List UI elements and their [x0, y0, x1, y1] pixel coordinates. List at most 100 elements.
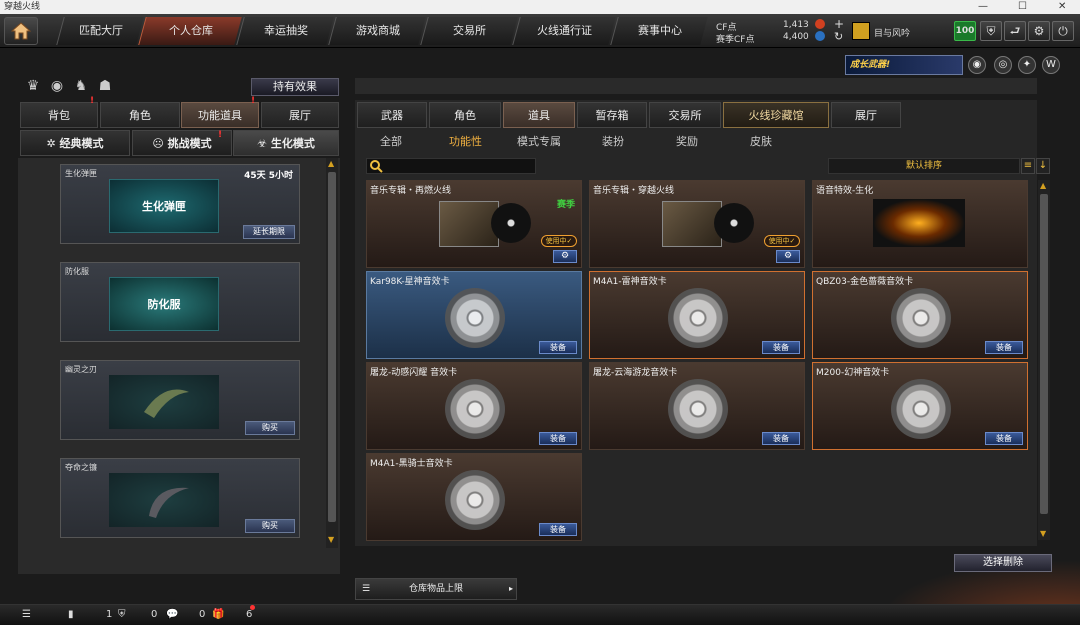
minimize-button[interactable]: — [978, 0, 988, 14]
equip-button[interactable]: 装备 [762, 341, 800, 354]
home-button[interactable] [4, 17, 38, 45]
extend-button[interactable]: 延长期限 [243, 225, 295, 239]
select-delete-button[interactable]: 选择删除 [954, 554, 1052, 572]
tab-lucky-draw[interactable]: 幸运抽奖 [236, 17, 334, 45]
scroll-thumb[interactable] [328, 172, 336, 522]
mode-zombie[interactable]: ☣ 生化模式 [233, 130, 339, 156]
add-cf-icon[interactable]: + [834, 17, 844, 31]
scythe-icon [149, 487, 189, 518]
shield-icon[interactable]: ⛨ [118, 609, 126, 620]
gift-icon[interactable]: 🎁 [212, 609, 224, 620]
subcat-skins[interactable]: 皮肤 [750, 133, 772, 149]
tab-game-mall[interactable]: 游戏商城 [328, 17, 426, 45]
right-scrollbar[interactable]: ▲ ▼ [1038, 180, 1050, 540]
cat-characters[interactable]: 角色 [429, 102, 501, 128]
cf-value: 1,413 [783, 20, 809, 30]
cat-showroom[interactable]: 展厅 [831, 102, 901, 128]
list-item[interactable]: 生化弹匣 45天 5小时 生化弹匣 延长期限 [60, 164, 300, 244]
tab-battle-pass[interactable]: 火线通行证 [512, 17, 616, 45]
notification-dot: ! [251, 96, 256, 106]
subcat-all[interactable]: 全部 [380, 133, 402, 149]
equip-button[interactable]: 装备 [985, 341, 1023, 354]
item-card[interactable]: 音乐专辑・再燃火线 赛季 使用中✓ ⚙ [366, 180, 582, 268]
equip-button[interactable]: 装备 [762, 432, 800, 445]
cat-collection[interactable]: 火线珍藏馆 [723, 102, 829, 128]
avatar[interactable] [852, 22, 870, 40]
search-input[interactable] [366, 158, 536, 174]
item-card[interactable]: M4A1-黑骑士音效卡 装备 [366, 453, 582, 541]
promo-banner[interactable]: 成长武器! [845, 55, 963, 75]
mode-classic[interactable]: ✲ 经典模式 [20, 130, 130, 156]
target-icon[interactable]: ◎ [994, 56, 1012, 74]
tab-match-lobby[interactable]: 匹配大厅 [56, 17, 144, 45]
maximize-button[interactable]: ☐ [1018, 0, 1027, 14]
scroll-down-icon[interactable]: ▼ [328, 536, 336, 544]
buy-button[interactable]: 购买 [245, 421, 295, 435]
subcat-rewards[interactable]: 奖励 [676, 133, 698, 149]
tab-event-center[interactable]: 赛事中心 [610, 17, 708, 45]
item-card[interactable]: QBZ03-金色蔷薇音效卡 装备 [812, 271, 1028, 359]
list-item[interactable]: 幽灵之刃 购买 [60, 360, 300, 440]
list-icon[interactable]: ≡ [1021, 158, 1035, 174]
tab-character[interactable]: 角色 [100, 102, 180, 128]
equip-button[interactable]: 装备 [539, 432, 577, 445]
item-card[interactable]: M4A1-雷神音效卡 装备 [589, 271, 805, 359]
mode-challenge[interactable]: ☹ 挑战模式 [132, 130, 232, 156]
subcat-functional[interactable]: 功能性 [449, 133, 482, 149]
card-name: M4A1-雷神音效卡 [593, 277, 667, 287]
chat-icon[interactable]: 💬 [166, 609, 178, 620]
scroll-up-icon[interactable]: ▲ [1040, 182, 1048, 190]
settings-button[interactable]: ⚙ [553, 250, 577, 263]
refresh-icon[interactable]: ↻ [834, 30, 843, 43]
bottle-icon[interactable]: ▮ [68, 609, 74, 620]
close-window-button[interactable]: ✕ [1058, 0, 1066, 14]
season-badge: 赛季 [556, 200, 575, 210]
shield-icon[interactable]: ⛨ [980, 21, 1002, 41]
tab-backpack[interactable]: 背包 [20, 102, 98, 128]
equip-button[interactable]: 装备 [985, 432, 1023, 445]
held-effects-button[interactable]: 持有效果 [251, 78, 339, 96]
cat-exchange[interactable]: 交易所 [649, 102, 721, 128]
list-item[interactable]: 防化服 防化服 [60, 262, 300, 342]
tab-exchange[interactable]: 交易所 [420, 17, 518, 45]
subcat-dressup[interactable]: 装扮 [602, 133, 624, 149]
card-name: 屠龙-云海游龙音效卡 [593, 368, 678, 378]
equip-button[interactable]: 装备 [539, 523, 577, 536]
warehouse-limit-button[interactable]: ☰ 仓库物品上限 ▸ [355, 578, 517, 600]
menu-icon[interactable]: ☰ [22, 609, 31, 620]
window-titlebar: 穿越火线 — ☐ ✕ [0, 0, 1080, 14]
eye-icon[interactable]: ◉ [48, 78, 66, 96]
item-card[interactable]: 屠龙-云海游龙音效卡 装备 [589, 362, 805, 450]
down-arrow-icon[interactable]: ↓ [1036, 158, 1050, 174]
scroll-down-icon[interactable]: ▼ [1040, 530, 1048, 538]
item-card[interactable]: 屠龙-动感闪耀 音效卡 装备 [366, 362, 582, 450]
sort-dropdown[interactable]: 默认排序 [828, 158, 1020, 174]
item-card[interactable]: 语音特效-生化 [812, 180, 1028, 268]
bag-icon[interactable]: ☗ [96, 78, 114, 96]
gift-box-icon[interactable]: ♛ [24, 78, 42, 96]
buy-button[interactable]: 购买 [245, 519, 295, 533]
settings-button[interactable]: ⚙ [776, 250, 800, 263]
left-scrollbar[interactable]: ▲ ▼ [326, 158, 338, 548]
cat-weapons[interactable]: 武器 [357, 102, 427, 128]
item-card[interactable]: M200-幻神音效卡 装备 [812, 362, 1028, 450]
tab-showroom[interactable]: 展厅 [261, 102, 339, 128]
power-icon[interactable]: ⏻ [1052, 21, 1074, 41]
badge-icon[interactable]: ◉ [968, 56, 986, 74]
tab-function-items[interactable]: 功能道具 [181, 102, 259, 128]
back-icon[interactable]: ⮐ [1004, 21, 1026, 41]
tab-personal-warehouse[interactable]: 个人仓库 [138, 17, 242, 45]
scroll-thumb[interactable] [1040, 194, 1048, 514]
scroll-up-icon[interactable]: ▲ [328, 160, 336, 168]
item-card[interactable]: 音乐专辑・穿越火线 使用中✓ ⚙ [589, 180, 805, 268]
equip-button[interactable]: 装备 [539, 341, 577, 354]
list-item[interactable]: 夺命之镰 购买 [60, 458, 300, 538]
bird-icon[interactable]: ✦ [1018, 56, 1036, 74]
item-card[interactable]: Kar98K-星神音效卡 装备 [366, 271, 582, 359]
w-logo-icon[interactable]: W [1042, 56, 1060, 74]
person-icon[interactable]: ♞ [72, 78, 90, 96]
gear-icon[interactable]: ⚙ [1028, 21, 1050, 41]
cat-stash[interactable]: 暂存箱 [577, 102, 647, 128]
cat-items[interactable]: 道具 [503, 102, 575, 128]
subcat-mode-exclusive[interactable]: 模式专属 [517, 133, 561, 149]
